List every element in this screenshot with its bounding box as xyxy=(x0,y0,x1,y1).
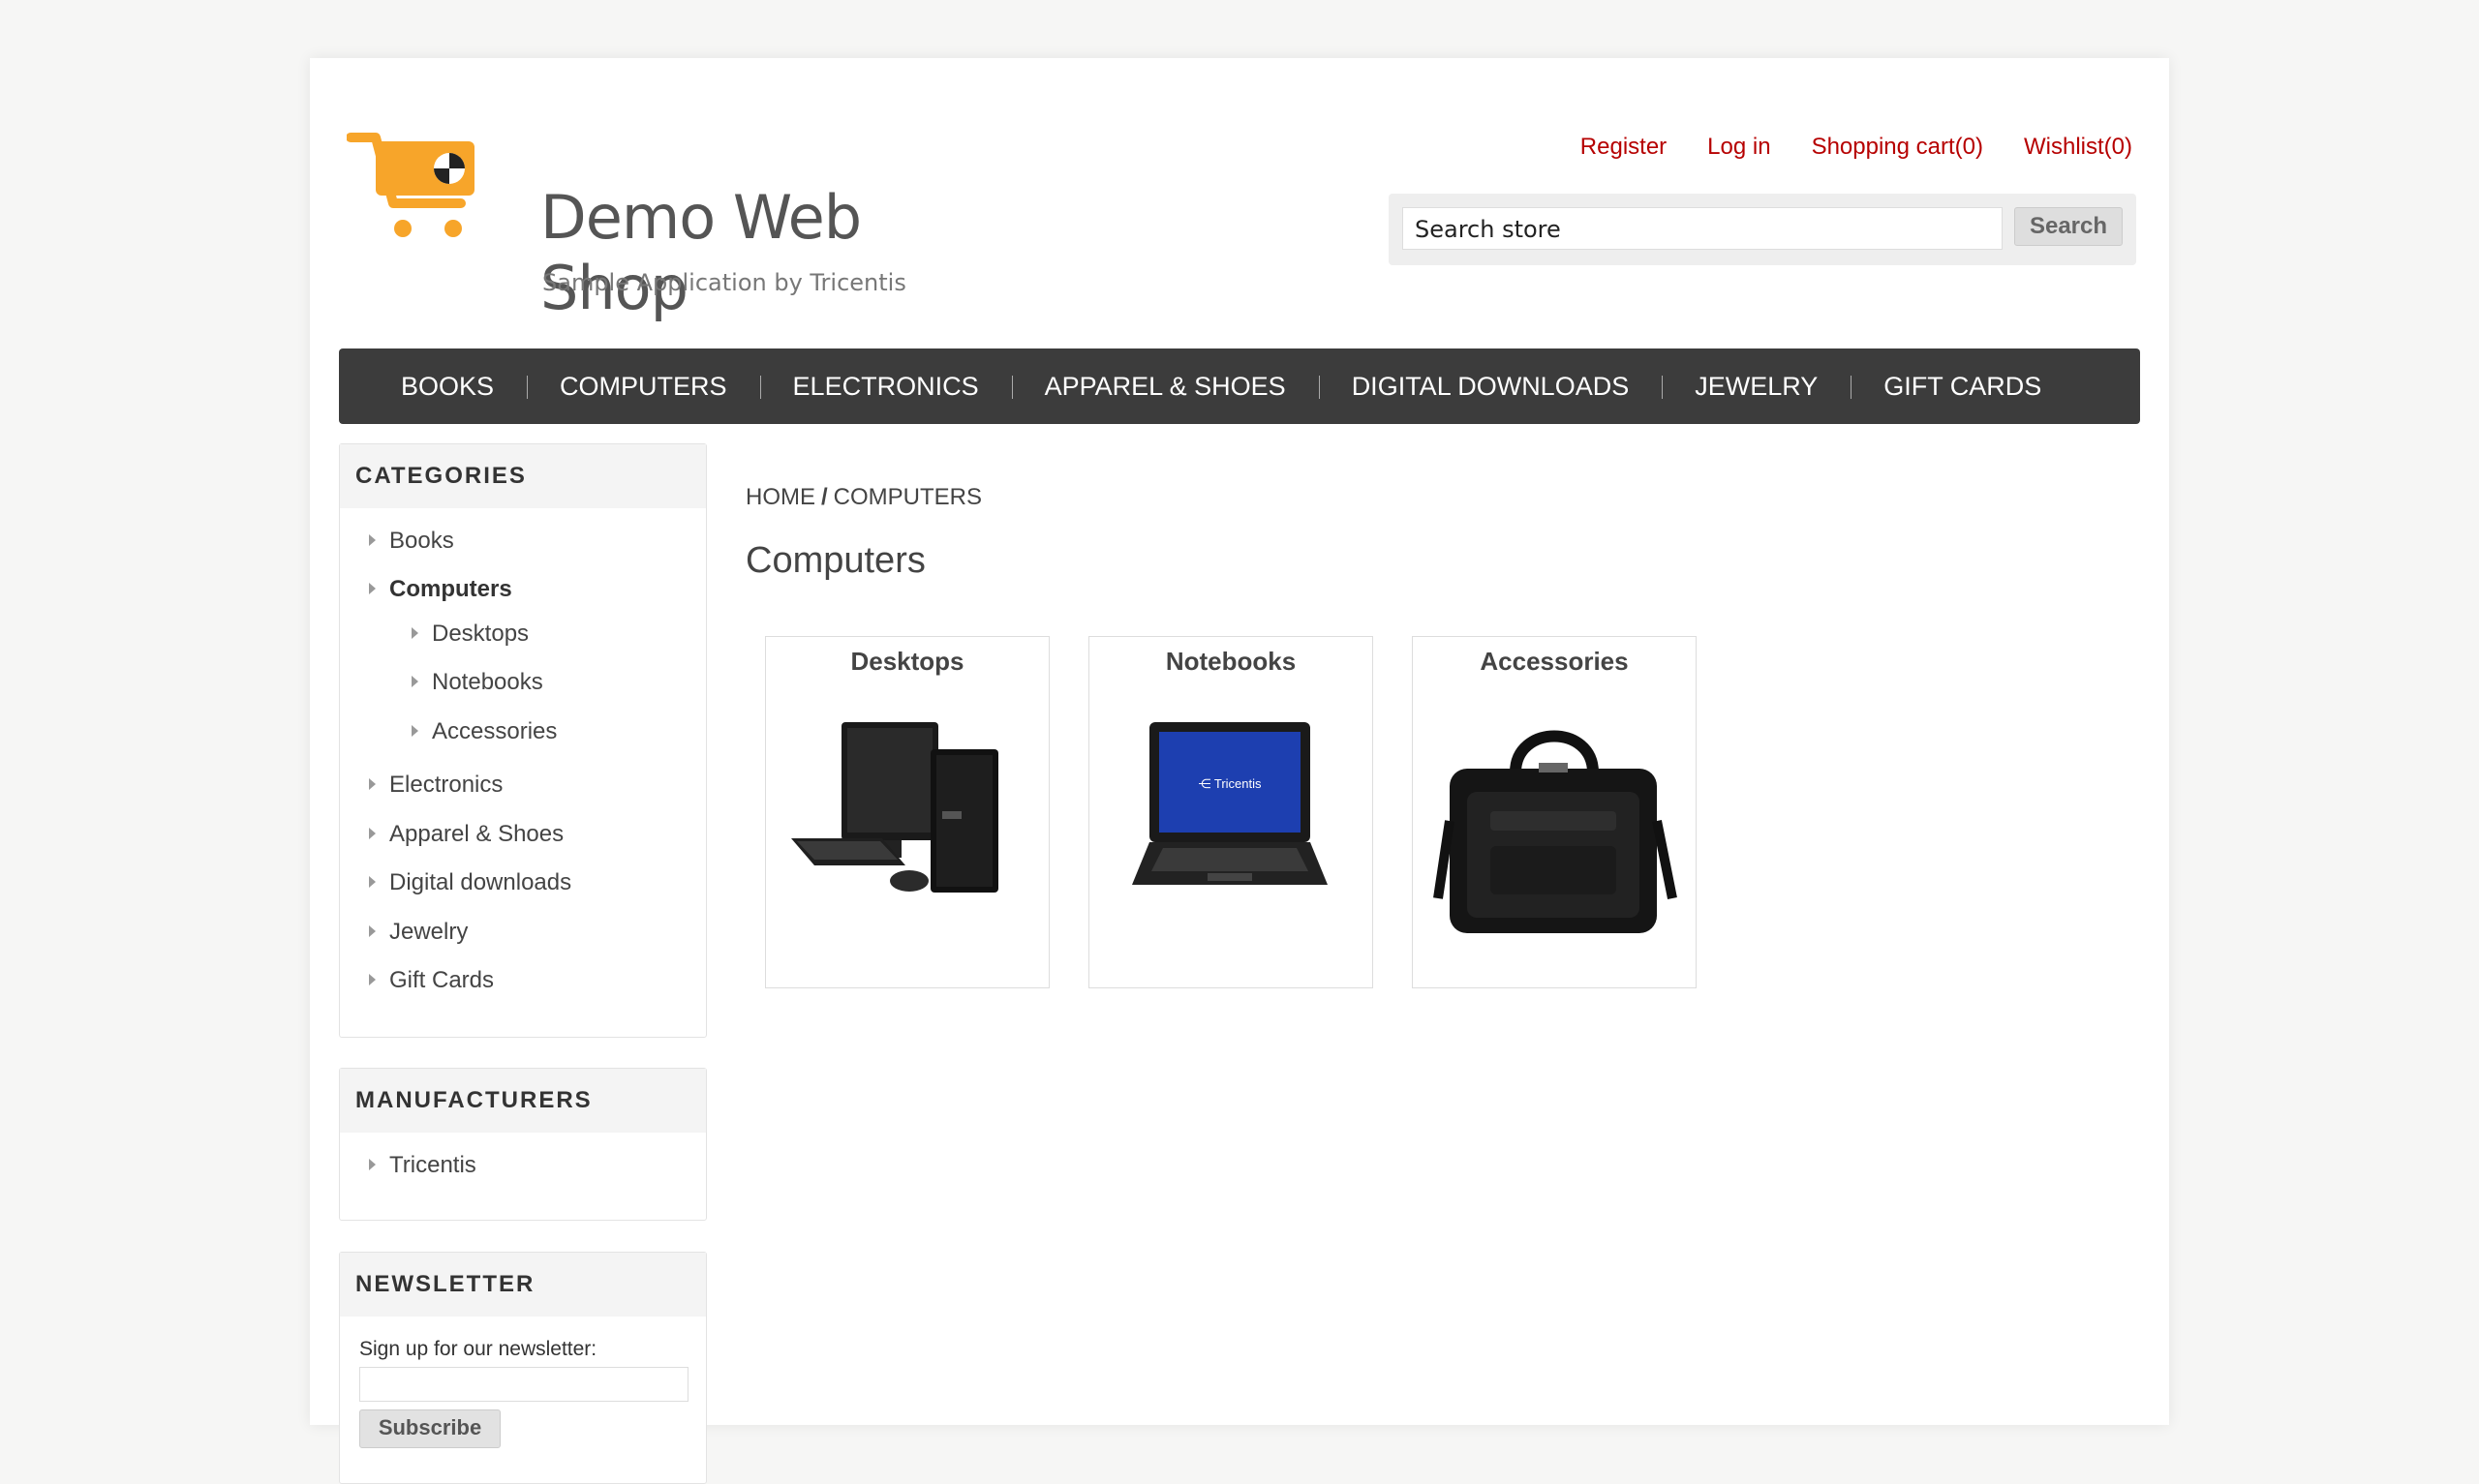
category-accessories[interactable]: Accessories xyxy=(412,718,557,745)
category-desktops[interactable]: Desktops xyxy=(412,621,529,648)
sub-category-title: Desktops xyxy=(850,647,964,676)
sub-category-notebooks[interactable]: Notebooks ⋲ Tricentis xyxy=(1088,636,1373,988)
desktop-computer-image xyxy=(791,722,998,893)
category-computers[interactable]: Computers xyxy=(369,576,512,603)
top-menu-gift-cards[interactable]: GIFT CARDS xyxy=(1851,372,2074,402)
category-electronics[interactable]: Electronics xyxy=(369,772,503,799)
search-box: Search store Search xyxy=(1389,194,2136,265)
category-digital-downloads[interactable]: Digital downloads xyxy=(369,869,571,896)
svg-text:⋲ Tricentis: ⋲ Tricentis xyxy=(1198,776,1262,791)
newsletter-block: NEWSLETTER Sign up for our newsletter: S… xyxy=(339,1252,707,1484)
category-books[interactable]: Books xyxy=(369,528,454,555)
arrow-right-icon xyxy=(369,827,376,839)
sub-category-accessories[interactable]: Accessories xyxy=(1412,636,1697,988)
category-label: Accessories xyxy=(432,718,558,744)
top-menu-digital-downloads[interactable]: DIGITAL DOWNLOADS xyxy=(1318,372,1663,402)
shopping-cart-logo-icon xyxy=(347,133,474,237)
arrow-right-icon xyxy=(412,626,418,639)
manufacturers-title: MANUFACTURERS xyxy=(340,1069,706,1133)
shopping-cart-link[interactable]: Shopping cart(0) xyxy=(1812,134,1983,161)
manufacturers-block: MANUFACTURERS Tricentis xyxy=(339,1068,707,1221)
category-label: Desktops xyxy=(432,621,530,647)
manufacturer-tricentis[interactable]: Tricentis xyxy=(369,1152,476,1179)
category-label: Notebooks xyxy=(432,669,543,695)
top-menu-jewelry[interactable]: JEWELRY xyxy=(1662,372,1851,402)
laptop-image: ⋲ Tricentis xyxy=(1132,722,1328,885)
search-button[interactable]: Search xyxy=(2014,207,2123,246)
register-link[interactable]: Register xyxy=(1580,134,1667,161)
breadcrumb: HOME / COMPUTERS xyxy=(746,484,982,511)
manufacturer-label: Tricentis xyxy=(389,1152,476,1178)
category-apparel-shoes[interactable]: Apparel & Shoes xyxy=(369,821,564,848)
newsletter-label: Sign up for our newsletter: xyxy=(359,1338,597,1360)
top-menu-books[interactable]: BOOKS xyxy=(368,372,527,402)
top-menu: BOOKS COMPUTERS ELECTRONICS APPAREL & SH… xyxy=(339,348,2140,424)
arrow-right-icon xyxy=(369,582,376,594)
category-label: Electronics xyxy=(389,772,504,798)
arrow-right-icon xyxy=(412,675,418,687)
arrow-right-icon xyxy=(369,777,376,790)
categories-block: CATEGORIES Books Computers Desktops Note… xyxy=(339,443,707,1038)
master-wrapper: Demo Web Shop Sample Application by Tric… xyxy=(310,58,2169,1484)
arrow-right-icon xyxy=(412,724,418,737)
top-menu-electronics[interactable]: ELECTRONICS xyxy=(759,372,1012,402)
arrow-right-icon xyxy=(369,924,376,937)
arrow-right-icon xyxy=(369,875,376,888)
category-label: Digital downloads xyxy=(389,869,572,895)
category-label: Gift Cards xyxy=(389,967,495,993)
subscribe-button[interactable]: Subscribe xyxy=(359,1409,501,1448)
newsletter-title: NEWSLETTER xyxy=(340,1253,706,1317)
category-label: Apparel & Shoes xyxy=(389,821,565,847)
sub-category-title: Accessories xyxy=(1480,647,1629,676)
breadcrumb-separator: / xyxy=(821,484,828,510)
logo-title: Demo Web Shop xyxy=(540,182,862,323)
categories-title: CATEGORIES xyxy=(340,444,706,508)
arrow-right-icon xyxy=(369,1158,376,1170)
category-jewelry[interactable]: Jewelry xyxy=(369,919,468,946)
site-logo[interactable]: Demo Web Shop Sample Application by Tric… xyxy=(347,128,937,323)
category-label: Computers xyxy=(389,576,512,602)
search-input[interactable]: Search store xyxy=(1402,207,2003,250)
arrow-right-icon xyxy=(369,973,376,985)
newsletter-email-input[interactable] xyxy=(359,1367,689,1402)
breadcrumb-home[interactable]: HOME xyxy=(746,484,815,510)
logo-subtitle: Sample Application by Tricentis xyxy=(542,269,906,296)
laptop-bag-image xyxy=(1433,730,1677,933)
top-menu-apparel-shoes[interactable]: APPAREL & SHOES xyxy=(1011,372,1319,402)
page-title: Computers xyxy=(746,540,926,581)
sub-category-title: Notebooks xyxy=(1165,647,1297,676)
category-notebooks[interactable]: Notebooks xyxy=(412,669,543,696)
login-link[interactable]: Log in xyxy=(1707,134,1770,161)
arrow-right-icon xyxy=(369,533,376,546)
top-menu-computers[interactable]: COMPUTERS xyxy=(527,372,760,402)
category-gift-cards[interactable]: Gift Cards xyxy=(369,967,494,994)
header-links: Register Log in Shopping cart(0) Wishlis… xyxy=(1580,134,2132,161)
wishlist-link[interactable]: Wishlist(0) xyxy=(2024,134,2132,161)
category-label: Jewelry xyxy=(389,919,469,945)
breadcrumb-current: COMPUTERS xyxy=(833,484,983,510)
sub-category-desktops[interactable]: Desktops xyxy=(765,636,1050,988)
category-label: Books xyxy=(389,528,454,554)
